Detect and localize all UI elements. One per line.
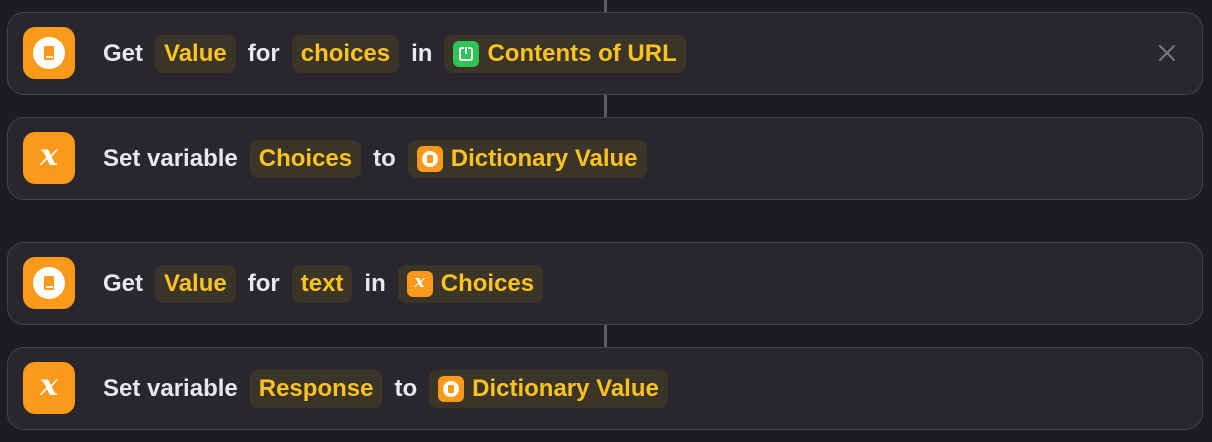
action-card-set-variable-choices[interactable]: x Set variable Choices to Dictionary Val… (7, 117, 1203, 200)
variable-name-token[interactable]: Response (249, 369, 383, 408)
key-token[interactable]: Value (155, 34, 236, 73)
source-label: Dictionary Value (450, 144, 638, 172)
source-label: Choices (440, 269, 535, 297)
verb-label: Set variable (103, 374, 238, 402)
flow-connector (604, 0, 607, 12)
field-token[interactable]: choices (291, 34, 400, 73)
connector-word: in (364, 269, 386, 297)
flow-connector (604, 95, 607, 117)
verb-label: Get (103, 39, 144, 67)
source-token[interactable]: Dictionary Value (407, 139, 647, 178)
verb-label: Get (103, 269, 144, 297)
variable-x-icon: x (23, 132, 75, 184)
shortcut-editor-canvas: Get Value for choices in Contents of URL… (0, 0, 1212, 442)
source-label: Dictionary Value (472, 374, 659, 402)
dictionary-book-icon (23, 27, 75, 79)
variable-x-icon: x (406, 270, 433, 297)
download-icon (453, 40, 480, 67)
dictionary-book-icon (23, 257, 75, 309)
action-sentence: Get Value for choices in Contents of URL (96, 13, 691, 94)
source-label: Contents of URL (487, 39, 677, 67)
action-sentence: Get Value for text in x Choices (96, 243, 548, 324)
close-icon[interactable] (1154, 40, 1180, 66)
verb-label: Set variable (103, 144, 238, 172)
connector-word: to (394, 374, 418, 402)
key-token[interactable]: Value (155, 264, 236, 303)
connector-word: for (247, 269, 280, 297)
field-token[interactable]: text (291, 264, 353, 303)
dictionary-icon (416, 145, 443, 172)
source-token[interactable]: Contents of URL (444, 34, 686, 73)
action-sentence: Set variable Choices to Dictionary Value (96, 118, 652, 199)
variable-x-icon: x (23, 362, 75, 414)
source-token[interactable]: Dictionary Value (429, 369, 668, 408)
action-sentence: Set variable Response to Dictionary Valu… (96, 348, 673, 429)
action-card-get-value-text[interactable]: Get Value for text in x Choices (7, 242, 1203, 325)
source-token[interactable]: x Choices (397, 264, 544, 303)
flow-connector (604, 325, 607, 347)
connector-word: in (411, 39, 433, 67)
connector-word: to (373, 144, 396, 172)
variable-name-token[interactable]: Choices (249, 139, 362, 178)
action-card-set-variable-response[interactable]: x Set variable Response to Dictionary Va… (7, 347, 1203, 430)
action-card-get-value-choices[interactable]: Get Value for choices in Contents of URL (7, 12, 1203, 95)
dictionary-icon (438, 375, 465, 402)
connector-word: for (247, 39, 280, 67)
